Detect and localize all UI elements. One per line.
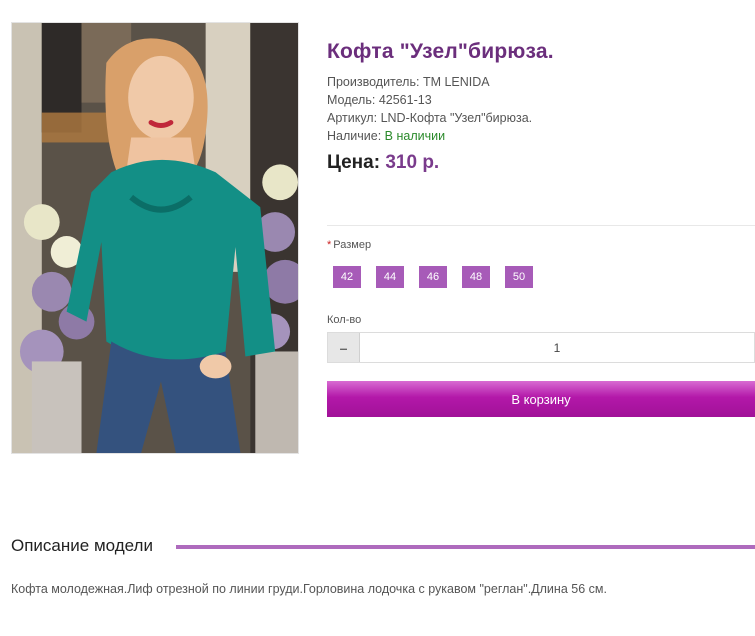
description-heading: Описание модели bbox=[11, 536, 153, 555]
size-option-50[interactable]: 50 bbox=[505, 266, 533, 288]
product-image[interactable] bbox=[11, 22, 299, 454]
size-option-42[interactable]: 42 bbox=[333, 266, 361, 288]
size-option-46[interactable]: 46 bbox=[419, 266, 447, 288]
availability-row: Наличие: В наличии bbox=[327, 127, 532, 145]
size-label-text: Размер bbox=[333, 239, 372, 251]
size-label: * Размер bbox=[327, 239, 371, 251]
availability-value: В наличии bbox=[384, 129, 446, 143]
quantity-decrease-button[interactable]: – bbox=[328, 333, 360, 362]
model-value: 42561-13 bbox=[378, 93, 432, 107]
price: Цена: 310 р. bbox=[327, 152, 439, 174]
price-value: 310 р. bbox=[385, 152, 440, 173]
size-option-44[interactable]: 44 bbox=[376, 266, 404, 288]
description-text: Кофта молодежная.Лиф отрезной по линии г… bbox=[11, 582, 607, 596]
add-to-cart-button[interactable]: В корзину bbox=[327, 381, 755, 417]
model-label: Модель: bbox=[327, 93, 376, 107]
price-label: Цена: bbox=[327, 152, 381, 173]
article-label: Артикул: bbox=[327, 111, 378, 125]
manufacturer-row: Производитель: TM LENIDA bbox=[327, 73, 532, 91]
model-row: Модель: 42561-13 bbox=[327, 91, 532, 109]
quantity-input[interactable]: 1 bbox=[360, 333, 754, 362]
size-option-48[interactable]: 48 bbox=[462, 266, 490, 288]
manufacturer-value: TM LENIDA bbox=[422, 75, 490, 89]
product-title: Кофта "Узел"бирюза. bbox=[327, 40, 554, 63]
size-options: 42 44 46 48 50 bbox=[333, 266, 533, 288]
required-mark: * bbox=[327, 239, 332, 251]
product-photo bbox=[12, 23, 298, 453]
quantity-label: Кол-во bbox=[327, 314, 362, 326]
description-heading-line bbox=[176, 545, 755, 549]
article-value: LND-Кофта "Узел"бирюза. bbox=[380, 111, 533, 125]
divider bbox=[327, 225, 755, 226]
quantity-stepper: – 1 bbox=[327, 332, 755, 363]
manufacturer-label: Производитель: bbox=[327, 75, 420, 89]
article-row: Артикул: LND-Кофта "Узел"бирюза. bbox=[327, 109, 532, 127]
product-meta: Производитель: TM LENIDA Модель: 42561-1… bbox=[327, 73, 532, 145]
availability-label: Наличие: bbox=[327, 129, 382, 143]
